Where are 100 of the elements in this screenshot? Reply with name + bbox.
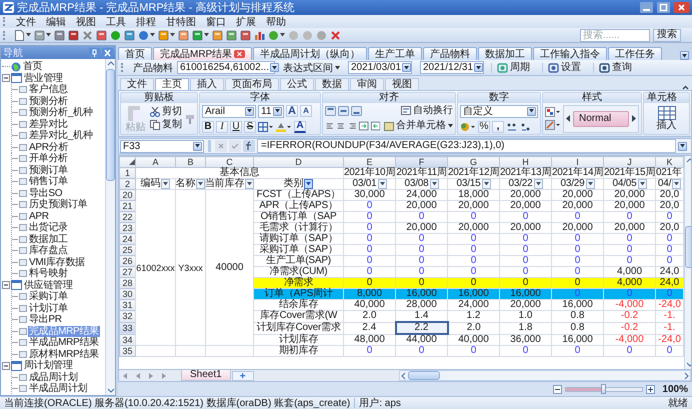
- caret-icon[interactable]: [204, 33, 209, 37]
- align-icon[interactable]: [351, 106, 362, 116]
- collapse-icon[interactable]: [2, 281, 10, 290]
- name-box[interactable]: F33: [120, 140, 204, 152]
- bold-button[interactable]: B: [202, 120, 214, 132]
- column-header[interactable]: G: [448, 156, 500, 168]
- collapse-icon[interactable]: [2, 74, 10, 82]
- tree-item[interactable]: 原材料MRP结果: [28, 348, 100, 360]
- tree-item[interactable]: 预测分析_机种: [28, 107, 94, 118]
- cell-style-option[interactable]: Normal: [573, 110, 629, 126]
- tree-item[interactable]: 计划订单: [28, 302, 69, 314]
- tab-list-button[interactable]: [680, 51, 689, 60]
- table-format-icon[interactable]: [545, 120, 561, 130]
- row-header[interactable]: 33: [120, 322, 136, 334]
- row-header[interactable]: 32: [120, 310, 136, 322]
- column-header[interactable]: D: [254, 156, 344, 168]
- font-name-select[interactable]: Arail: [202, 104, 256, 118]
- row-header[interactable]: 34: [120, 334, 136, 346]
- strikethrough-button[interactable]: S: [244, 120, 256, 132]
- dropdown-button[interactable]: [245, 106, 254, 116]
- menu-item[interactable]: 视图: [71, 14, 101, 28]
- grow-font-button[interactable]: A: [286, 105, 298, 117]
- caret-icon[interactable]: [26, 33, 31, 37]
- settings-button[interactable]: 设置: [542, 62, 586, 72]
- tree-item[interactable]: 历史预测订单: [28, 199, 88, 210]
- row-header[interactable]: 1: [120, 168, 136, 178]
- period-button[interactable]: 周期: [491, 62, 535, 72]
- copy-button[interactable]: 复制: [150, 120, 182, 130]
- row-header[interactable]: 31: [120, 300, 136, 310]
- filter-button[interactable]: [245, 179, 254, 189]
- column-header[interactable]: F: [396, 156, 448, 168]
- align-icon[interactable]: [338, 106, 349, 116]
- tree-item[interactable]: 营业管理: [23, 72, 64, 84]
- merge-cells-button[interactable]: 合并单元格: [384, 121, 454, 132]
- cut-button[interactable]: 剪切: [150, 107, 182, 117]
- scroll-left-icon[interactable]: [400, 372, 407, 380]
- align-icon[interactable]: [325, 121, 334, 132]
- scroll-down-icon[interactable]: [106, 387, 114, 394]
- tree-item[interactable]: 预测订单: [28, 164, 69, 176]
- tree-item[interactable]: APR分析: [28, 142, 70, 153]
- row-header[interactable]: 24: [120, 234, 136, 244]
- column-header[interactable]: I: [552, 156, 604, 168]
- tree-item[interactable]: 导出SO: [28, 188, 64, 199]
- minimize-button[interactable]: [640, 2, 653, 13]
- menu-item[interactable]: 文件: [11, 14, 41, 28]
- zoom-in-button[interactable]: [646, 384, 656, 394]
- active-filter-button[interactable]: [304, 179, 314, 189]
- query-button[interactable]: 查询: [593, 62, 637, 72]
- dropdown-button[interactable]: [193, 142, 202, 150]
- tree-item[interactable]: 开单分析: [28, 153, 69, 164]
- menu-item[interactable]: 排程: [131, 14, 161, 28]
- outdent-icon[interactable]: [370, 121, 380, 132]
- align-icon[interactable]: [336, 121, 346, 132]
- tree-item[interactable]: 半成品周计划: [28, 383, 88, 394]
- caret-icon[interactable]: [150, 33, 155, 37]
- row-header[interactable]: 26: [120, 256, 136, 266]
- tree-item[interactable]: 供应链管理: [23, 280, 74, 291]
- row-header[interactable]: 21: [120, 200, 136, 212]
- row-header[interactable]: 23: [120, 222, 136, 234]
- ribbon-tab[interactable]: 文件: [120, 78, 154, 90]
- maximize-button[interactable]: [657, 2, 670, 13]
- borders-icon[interactable]: [258, 122, 274, 132]
- document-tab[interactable]: 产品物料: [423, 47, 478, 60]
- close-button[interactable]: [102, 48, 113, 58]
- indent-icon[interactable]: [359, 121, 369, 132]
- decrease-decimal-icon[interactable]: [520, 122, 532, 132]
- caret-icon[interactable]: [280, 33, 285, 37]
- dropdown-button[interactable]: [402, 63, 412, 72]
- column-header[interactable]: B: [176, 156, 206, 168]
- tree-item[interactable]: 成品周计划: [28, 372, 79, 383]
- collapse-icon[interactable]: [2, 362, 10, 370]
- scroll-up-icon[interactable]: [106, 60, 114, 67]
- dropdown-button[interactable]: [527, 106, 536, 116]
- filter-button[interactable]: [672, 179, 682, 189]
- dropdown-button[interactable]: [270, 63, 279, 72]
- fill-color-icon[interactable]: [276, 122, 292, 132]
- row-header[interactable]: 22: [120, 212, 136, 222]
- expand-formula-button[interactable]: [678, 142, 687, 150]
- tree-item[interactable]: 库存盘点: [28, 245, 69, 256]
- pin-button[interactable]: [89, 48, 100, 58]
- percent-button[interactable]: %: [478, 120, 490, 132]
- filter-button[interactable]: [378, 179, 387, 189]
- dropdown-button[interactable]: [273, 106, 282, 116]
- align-icon[interactable]: [325, 106, 336, 116]
- tree-item[interactable]: 半成品MRP结果: [28, 337, 100, 348]
- shrink-font-button[interactable]: A: [300, 105, 312, 117]
- filter-button[interactable]: [638, 179, 647, 189]
- ribbon-tab[interactable]: 数据: [315, 78, 349, 90]
- caret-icon[interactable]: [170, 33, 175, 37]
- tree-item[interactable]: 首页: [22, 61, 44, 72]
- document-tab[interactable]: 工作输入指令: [533, 47, 608, 60]
- ribbon-tab[interactable]: 公式: [280, 78, 314, 90]
- scroll-thumb[interactable]: [408, 371, 440, 380]
- document-tab[interactable]: 半成品周计划（纵向）: [253, 47, 368, 60]
- select-all-icon[interactable]: [129, 159, 135, 165]
- caret-icon[interactable]: [46, 33, 51, 37]
- column-header[interactable]: J: [604, 156, 656, 168]
- column-header[interactable]: A: [136, 156, 176, 168]
- tree-item[interactable]: 出货记录: [28, 222, 69, 234]
- row-header[interactable]: 35: [120, 346, 136, 356]
